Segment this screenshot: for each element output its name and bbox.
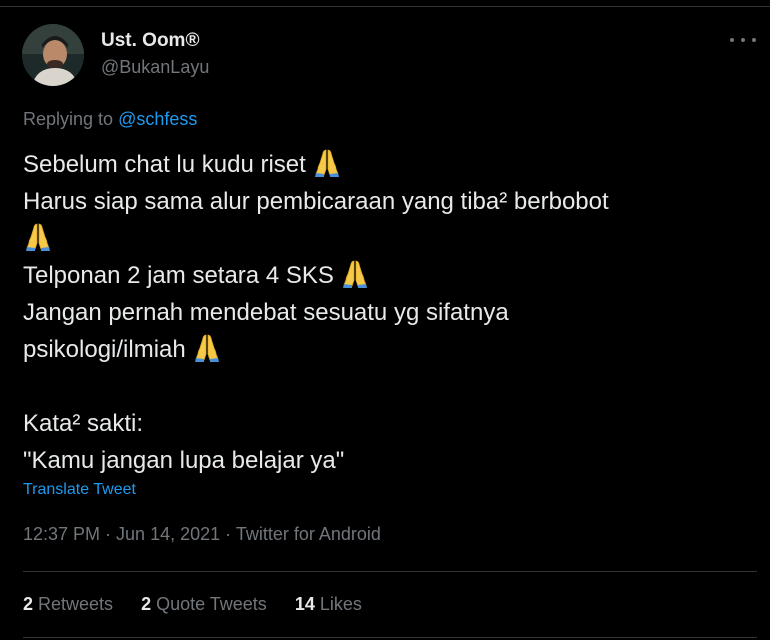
tweet-line [23,220,753,257]
more-dot [741,38,745,42]
replying-to: Replying to @schfess [23,109,197,130]
tweet-line: Sebelum chat lu kudu riset [23,146,753,183]
tweet-line-text: "Kamu jangan lupa belajar ya" [23,447,345,474]
more-dot [730,38,734,42]
tweet-source[interactable]: Twitter for Android [236,524,381,544]
user-handle[interactable]: @BukanLayu [101,57,209,78]
avatar-image [22,24,84,86]
likes-count: 14 [294,594,315,614]
translate-tweet-link[interactable]: Translate Tweet [23,481,136,499]
tweet-line-text: Jangan pernah mendebat sesuatu yg sifatn… [23,299,509,326]
tweet-line-text: Sebelum chat lu kudu riset [23,151,306,178]
tweet-date[interactable]: Jun 14, 2021 [116,524,220,544]
folded-hands-icon [192,332,222,373]
tweet-line-text: Harus siap sama alur pembicaraan yang ti… [23,188,609,215]
avatar[interactable] [22,24,84,86]
tweet-time[interactable]: 12:37 PM [23,524,100,544]
top-divider [0,6,770,7]
display-name[interactable]: Ust. Oom® [101,30,199,52]
likes-label: Likes [319,594,362,614]
replying-to-label: Replying to [23,109,119,129]
quote-tweets-count: 2 [141,594,152,614]
folded-hands-icon [23,221,53,262]
tweet-text: Sebelum chat lu kudu riset Harus siap sa… [23,146,753,479]
retweets-label: Retweets [38,594,114,614]
meta-separator: · [100,524,117,544]
engagement-stats: 2 Retweets 2 Quote Tweets 14 Likes [23,594,390,615]
tweet-line: Kata² sakti: [23,405,753,442]
stats-bottom-divider [23,637,757,638]
retweets-count: 2 [23,594,34,614]
tweet-line-text: Kata² sakti: [23,410,144,437]
tweet-line-text: psikologi/ilmiah [23,336,186,363]
tweet-line: Harus siap sama alur pembicaraan yang ti… [23,183,753,220]
stats-top-divider [23,571,757,572]
quote-tweets-stat[interactable]: 2 Quote Tweets [141,594,267,615]
folded-hands-icon [340,258,370,299]
tweet-line: psikologi/ilmiah [23,331,753,368]
more-dot [752,38,756,42]
folded-hands-icon [312,147,342,188]
meta-separator: · [220,524,236,544]
tweet-line-text: Telponan 2 jam setara 4 SKS [23,262,334,289]
more-options-icon[interactable] [730,30,756,50]
tweet-line: "Kamu jangan lupa belajar ya" [23,442,753,479]
tweet-line: Telponan 2 jam setara 4 SKS [23,257,753,294]
quote-tweets-label: Quote Tweets [156,594,267,614]
tweet-meta: 12:37 PM · Jun 14, 2021 · Twitter for An… [23,524,381,545]
likes-stat[interactable]: 14 Likes [295,594,362,615]
tweet-line: Jangan pernah mendebat sesuatu yg sifatn… [23,294,753,331]
reply-mention-link[interactable]: @schfess [118,109,197,129]
retweets-stat[interactable]: 2 Retweets [23,594,113,615]
